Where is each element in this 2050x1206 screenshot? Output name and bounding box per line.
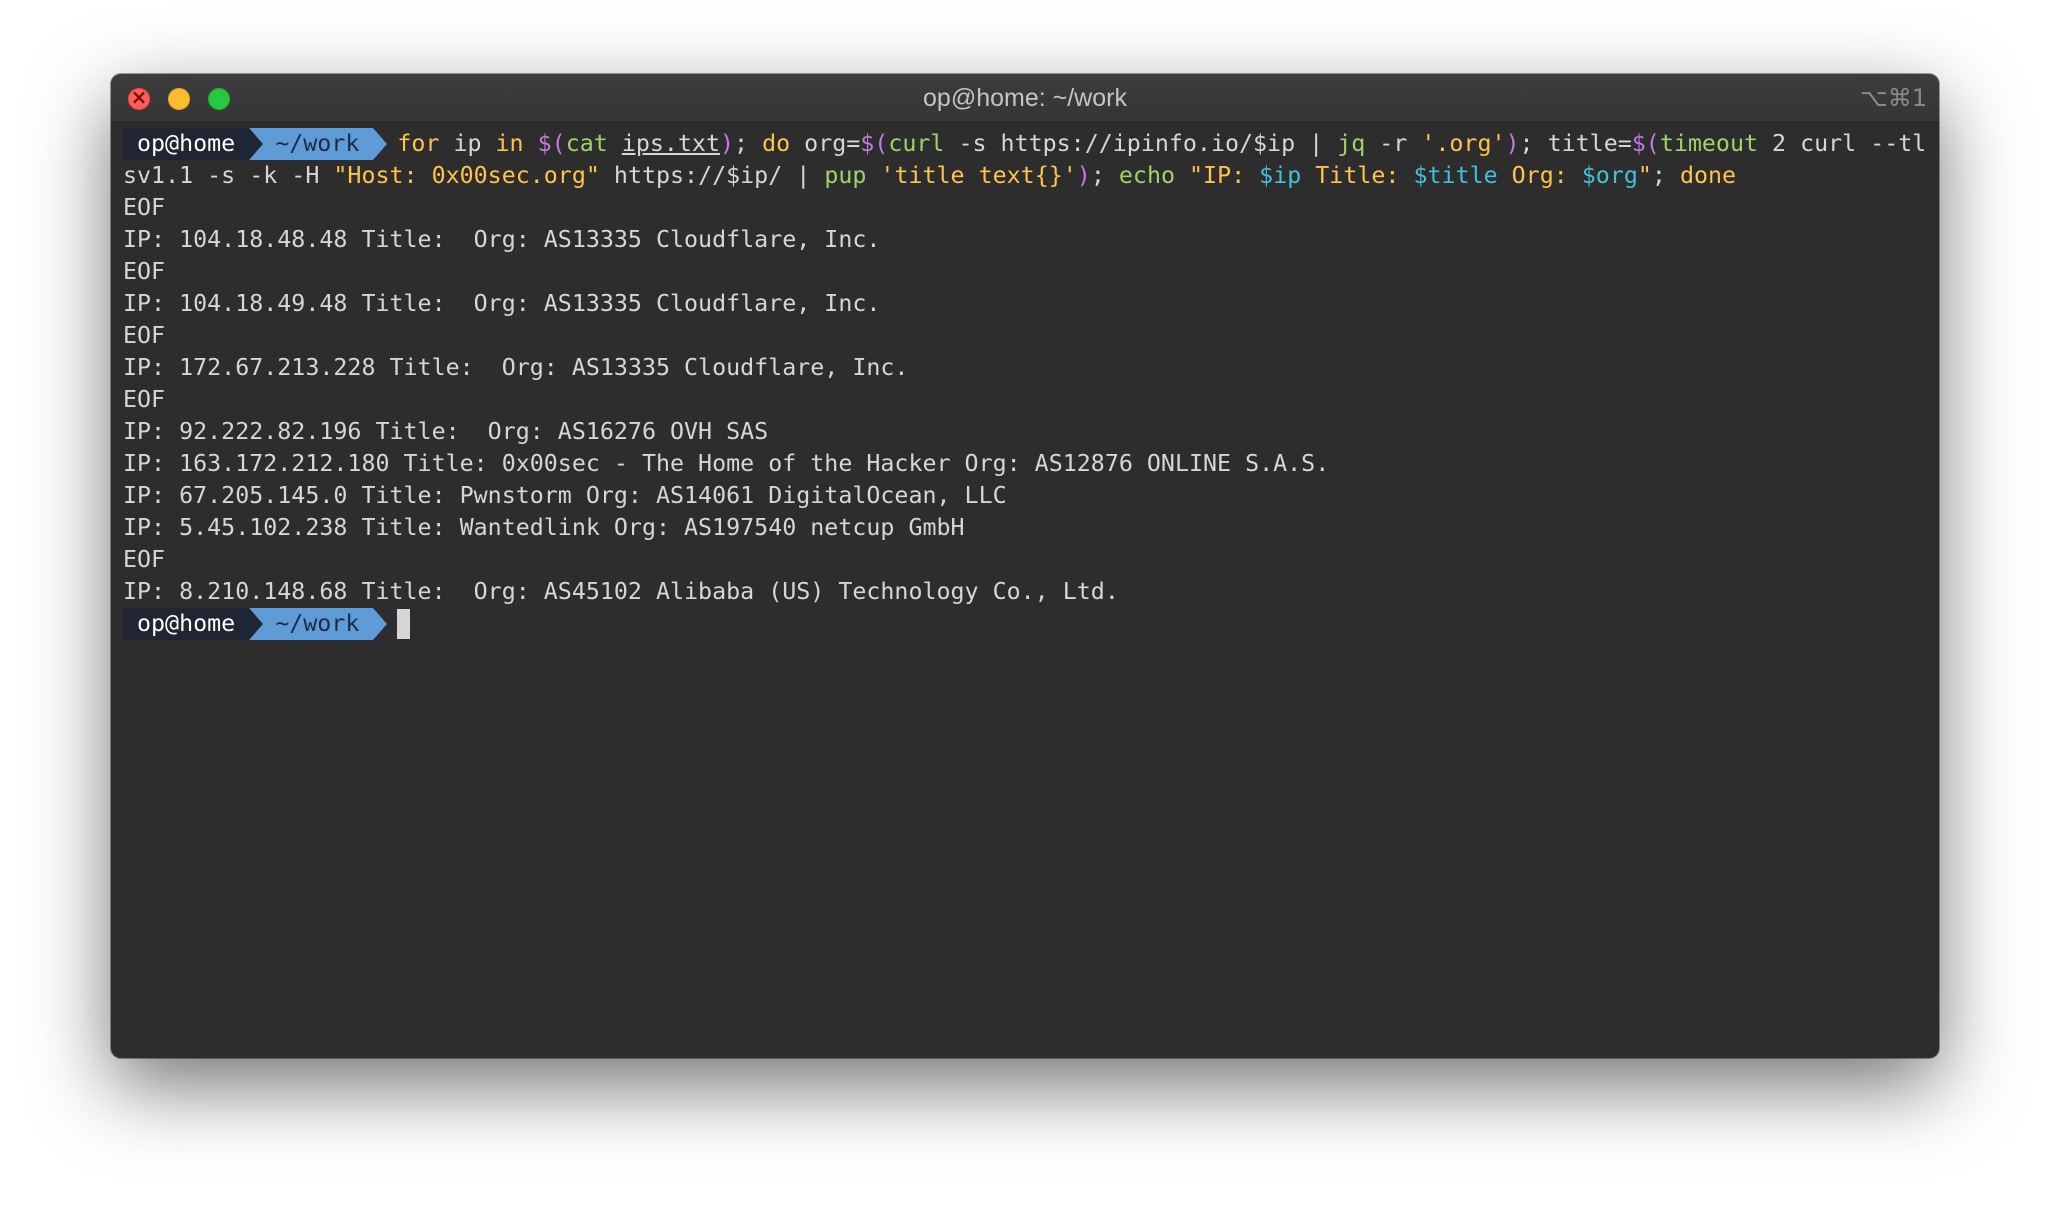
command-token: $( <box>860 130 889 157</box>
prompt-dir: ~/work <box>249 128 388 160</box>
command-token: jq <box>1337 130 1366 157</box>
title-bar[interactable]: op@home: ~/work ⌥⌘1 <box>111 74 1939 123</box>
prompt-dir: ~/work <box>249 608 388 640</box>
command-token: 2 curl --tl <box>1758 130 1927 157</box>
window-title: op@home: ~/work <box>923 84 1127 112</box>
command-token: ) <box>719 130 735 157</box>
command-token: for <box>397 130 440 157</box>
command-token: -s https://ipinfo.io/$ip | <box>944 130 1338 157</box>
command-token: ips.txt <box>621 130 720 157</box>
command-token: timeout <box>1659 130 1759 157</box>
command-token: "IP: <box>1189 162 1260 189</box>
output-line: IP: 92.222.82.196 Title: Org: AS16276 OV… <box>123 418 769 445</box>
command-token <box>608 130 622 157</box>
command-token: $title <box>1413 162 1498 189</box>
command-line-2[interactable]: op@home ~/work <box>123 608 1929 640</box>
output-line: EOF <box>123 386 166 413</box>
command-token <box>524 130 538 157</box>
command-token: Org: <box>1497 162 1582 189</box>
prompt-user: op@home <box>123 128 250 160</box>
command-token: org= <box>790 130 861 157</box>
command-token: $ip <box>1259 162 1302 189</box>
output-line: EOF <box>123 194 166 221</box>
command-token: $org <box>1581 162 1638 189</box>
output-line: EOF <box>123 546 166 573</box>
command-token: sv1.1 -s -k -H <box>123 162 334 189</box>
command-token: pup <box>824 162 867 189</box>
command-token: -r <box>1365 130 1422 157</box>
command-token: ) <box>1076 162 1091 189</box>
command-token <box>1175 162 1189 189</box>
terminal-output[interactable]: op@home ~/work for ip in $(cat ips.txt); d… <box>123 128 1929 1058</box>
command-token: ; <box>734 130 763 157</box>
prompt-user: op@home <box>123 608 250 640</box>
tab-shortcut-label: ⌥⌘1 <box>1860 84 1927 112</box>
output-line: IP: 104.18.49.48 Title: Org: AS13335 Clo… <box>123 290 881 317</box>
command-token: curl <box>888 130 945 157</box>
command-token: ; <box>1090 162 1119 189</box>
output-line: IP: 163.172.212.180 Title: 0x00sec - The… <box>123 450 1330 477</box>
output-line: IP: 67.205.145.0 Title: Pwnstorm Org: AS… <box>123 482 1007 509</box>
command-token: ) <box>1505 130 1520 157</box>
output-lines: EOF IP: 104.18.48.48 Title: Org: AS13335 … <box>123 192 1929 608</box>
text-cursor <box>397 609 411 639</box>
terminal-window: op@home: ~/work ⌥⌘1 op@home~/workfor ip … <box>111 74 1939 1058</box>
command-token: ip <box>439 130 496 157</box>
output-line: EOF <box>123 258 166 285</box>
command-token: ; title= <box>1519 130 1632 157</box>
command-token: done <box>1679 162 1737 189</box>
command-text-1: for ip in $(cat ips.txt); do org=$(curl … <box>373 130 1926 157</box>
command-line-1: op@home ~/work for ip in $(cat ips.txt); d… <box>123 128 1929 160</box>
output-line: IP: 5.45.102.238 Title: Wantedlink Org: … <box>123 514 965 541</box>
command-token: $( <box>1631 130 1660 157</box>
command-token: " <box>1637 162 1652 189</box>
command-token: in <box>495 130 524 157</box>
command-token <box>866 162 880 189</box>
output-line: EOF <box>123 322 166 349</box>
command-token: cat <box>565 130 608 157</box>
command-token: https://$ip/ | <box>599 162 825 189</box>
command-token: '.org' <box>1421 130 1506 157</box>
command-token: Title: <box>1301 162 1414 189</box>
command-token: echo <box>1118 162 1175 189</box>
command-token: "Host: 0x00sec.org" <box>333 162 600 189</box>
command-token: 'title text{}' <box>880 162 1077 189</box>
output-line: IP: 104.18.48.48 Title: Org: AS13335 Clo… <box>123 226 881 253</box>
output-line: IP: 172.67.213.228 Title: Org: AS13335 C… <box>123 354 909 381</box>
command-text-2: sv1.1 -s -k -H "Host: 0x00sec.org" https… <box>123 160 1929 192</box>
command-token: do <box>762 130 791 157</box>
command-token: ; <box>1651 162 1680 189</box>
output-line: IP: 8.210.148.68 Title: Org: AS45102 Ali… <box>123 578 1119 605</box>
command-token: $( <box>537 130 566 157</box>
